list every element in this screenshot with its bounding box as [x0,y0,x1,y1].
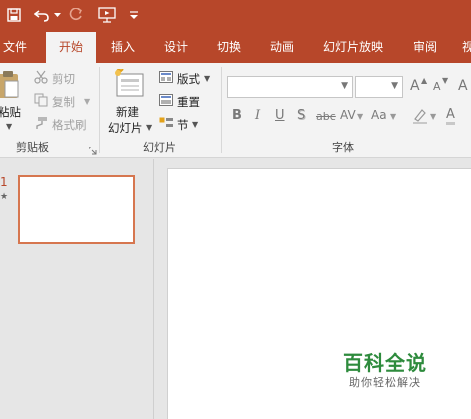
slide-thumbnail[interactable] [18,175,135,244]
layout-dropdown-icon[interactable]: ▼ [204,74,210,83]
shrink-font-arrow-icon: ▼ [442,76,449,85]
change-case-button[interactable]: Aa [371,108,387,122]
slide-canvas[interactable] [167,168,471,419]
change-case-dropdown-icon[interactable]: ▼ [390,112,396,121]
shrink-font-button[interactable]: A [433,80,441,93]
layout-icon[interactable] [159,71,173,86]
copy-label[interactable]: 复制 [52,94,75,110]
char-spacing-dropdown-icon[interactable]: ▼ [357,112,363,121]
font-size-dropdown-icon[interactable]: ▼ [391,81,398,91]
tab-view[interactable]: 视 [458,32,471,63]
underline-button[interactable]: U [275,108,285,123]
section-label[interactable]: 节 [177,117,189,133]
tab-home[interactable]: 开始 [46,32,96,63]
undo-dropdown-icon[interactable] [52,4,62,26]
reset-label[interactable]: 重置 [177,94,200,110]
paste-dropdown-icon[interactable]: ▼ [6,122,12,131]
tab-animations[interactable]: 动画 [259,32,305,63]
ribbon-tabs: 文件 开始 插入 设计 切换 动画 幻灯片放映 审阅 视 [0,32,471,63]
watermark-title: 百科全说 [343,351,427,375]
highlight-icon[interactable] [412,108,428,127]
new-slide-dropdown-icon[interactable]: ▼ [146,123,152,132]
cut-label[interactable]: 剪切 [52,71,75,87]
font-name-combo[interactable]: ▼ [227,76,353,98]
reset-icon[interactable] [159,94,173,109]
customize-qat-icon[interactable] [128,4,140,26]
redo-icon[interactable] [66,4,86,26]
grow-font-button[interactable]: A [410,78,420,94]
paste-icon[interactable] [0,69,20,99]
slides-group-label: 幻灯片 [143,141,176,154]
shadow-button[interactable]: S [297,108,305,123]
tab-design[interactable]: 设计 [153,32,199,63]
new-slide-icon[interactable] [113,67,145,102]
font-size-combo[interactable]: ▼ [355,76,403,98]
section-dropdown-icon[interactable]: ▼ [192,120,198,129]
bold-button[interactable]: B [232,108,242,123]
save-icon[interactable] [4,4,24,26]
new-slide-label-line2[interactable]: 幻灯片 [108,120,143,136]
tab-slideshow[interactable]: 幻灯片放映 [314,32,392,63]
strikethrough-button[interactable]: abc [316,110,336,123]
quick-access-toolbar [0,0,471,32]
clear-format-button[interactable]: A [458,78,468,94]
section-icon[interactable] [159,117,173,132]
tab-insert[interactable]: 插入 [100,32,146,63]
tab-transitions[interactable]: 切换 [206,32,252,63]
new-slide-label[interactable]: 新建 [116,104,139,120]
font-color-button[interactable]: A [446,108,455,125]
slide-number: 1 [0,175,8,189]
copy-icon[interactable] [34,93,48,110]
group-divider [99,67,100,153]
char-spacing-button[interactable]: AV [340,108,356,122]
paste-label[interactable]: 粘贴 [0,104,21,120]
font-group-label: 字体 [332,141,354,154]
cut-icon[interactable] [34,70,48,87]
italic-button[interactable]: I [255,108,260,123]
tab-file[interactable]: 文件 [0,32,30,63]
clipboard-launcher-icon[interactable] [88,144,97,158]
watermark-subtitle: 助你轻松解决 [349,376,421,389]
ribbon-home: 粘贴 ▼ 剪切 复制 ▼ 格式刷 剪贴板 新建 幻灯片 ▼ 版式 ▼ 重置 节 … [0,63,471,158]
group-divider [221,67,222,153]
format-painter-label[interactable]: 格式刷 [52,117,87,133]
slideshow-from-start-icon[interactable] [96,4,118,26]
copy-dropdown-icon[interactable]: ▼ [84,97,90,106]
undo-icon[interactable] [32,4,52,26]
highlight-dropdown-icon[interactable]: ▼ [430,112,436,121]
grow-font-arrow-icon: ▲ [421,76,428,85]
tab-review[interactable]: 审阅 [402,32,448,63]
format-painter-icon[interactable] [34,116,48,133]
layout-label[interactable]: 版式 [177,71,200,87]
font-name-dropdown-icon[interactable]: ▼ [341,81,348,91]
animation-star-icon: ★ [0,192,9,202]
clipboard-group-label: 剪贴板 [16,141,49,154]
